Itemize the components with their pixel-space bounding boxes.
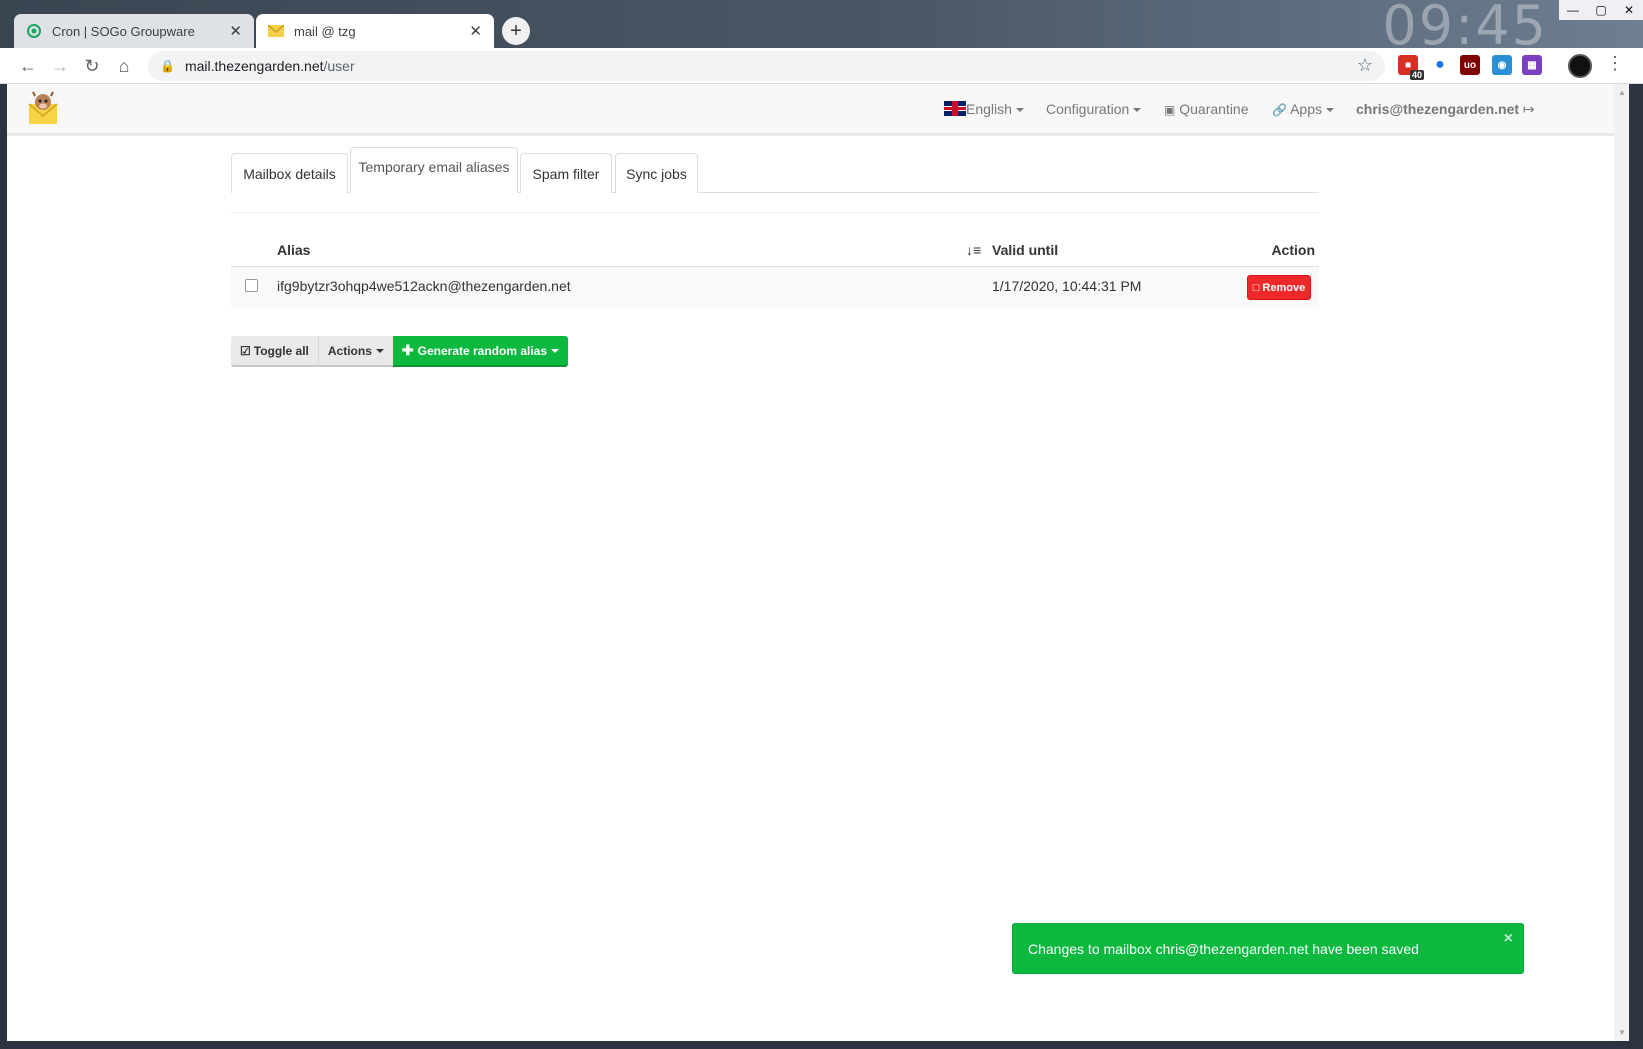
check-square-icon: ☑ bbox=[240, 343, 251, 358]
logout-icon: ↦ bbox=[1522, 101, 1535, 117]
page-tabs: Mailbox details Temporary email aliases … bbox=[231, 147, 1319, 193]
alias-cell: ifg9bytzr3ohqp4we512ackn@thezengarden.ne… bbox=[277, 278, 571, 294]
uk-flag-icon bbox=[944, 101, 966, 116]
vertical-scrollbar[interactable]: ▲ ▼ bbox=[1614, 84, 1629, 1041]
tab-title: Cron | SOGo Groupware bbox=[52, 23, 195, 39]
trash-icon: □ bbox=[1252, 281, 1260, 294]
remove-label: Remove bbox=[1262, 281, 1306, 294]
browser-titlebar: 09:45 — ▢ ✕ Cron | SOGo Groupware ✕ mail… bbox=[0, 0, 1643, 57]
chevron-down-icon bbox=[551, 348, 560, 353]
tab-label: Sync jobs bbox=[626, 165, 687, 182]
column-alias[interactable]: Alias bbox=[277, 242, 310, 258]
chat-extension-icon[interactable]: ● bbox=[1430, 55, 1450, 75]
table-row: ifg9bytzr3ohqp4we512ackn@thezengarden.ne… bbox=[231, 266, 1319, 308]
close-window-button[interactable]: ✕ bbox=[1615, 0, 1643, 20]
column-valid-until[interactable]: Valid until bbox=[992, 242, 1058, 258]
reload-icon[interactable]: ↻ bbox=[80, 54, 104, 78]
browser-tab-mail[interactable]: mail @ tzg ✕ bbox=[256, 14, 494, 48]
twitch-extension-icon[interactable]: ▦ bbox=[1522, 55, 1542, 75]
configuration-label: Configuration bbox=[1046, 101, 1130, 117]
row-checkbox[interactable] bbox=[245, 279, 258, 292]
chevron-down-icon bbox=[375, 348, 384, 353]
chevron-down-icon bbox=[1133, 108, 1142, 113]
window-controls: — ▢ ✕ bbox=[1559, 0, 1643, 20]
scroll-up-icon[interactable]: ▲ bbox=[1618, 88, 1626, 97]
tab-label: Temporary email aliases bbox=[358, 159, 510, 175]
bookmark-star-icon[interactable]: ☆ bbox=[1357, 55, 1373, 76]
profile-avatar[interactable] bbox=[1568, 54, 1592, 78]
actions-dropdown[interactable]: Actions bbox=[318, 336, 393, 367]
mailcow-logo-icon[interactable] bbox=[25, 90, 65, 128]
browser-toolbar: ← → ↻ ⌂ 🔒 mail.thezengarden.net/user ☆ ■… bbox=[0, 48, 1643, 84]
toggle-all-label: Toggle all bbox=[253, 343, 309, 358]
aliases-table: Alias ↓≡ Valid until Action ifg9bytzr3oh… bbox=[231, 234, 1319, 308]
home-icon[interactable]: ⌂ bbox=[112, 54, 136, 78]
link-icon: 🔗 bbox=[1272, 103, 1287, 117]
tab-spam-filter[interactable]: Spam filter bbox=[520, 153, 612, 193]
url-host: mail.thezengarden.net bbox=[184, 58, 324, 74]
remove-button[interactable]: □ Remove bbox=[1247, 275, 1311, 300]
tab-sync-jobs[interactable]: Sync jobs bbox=[615, 153, 698, 193]
tab-close-icon[interactable]: ✕ bbox=[469, 22, 482, 40]
tab-mailbox-details[interactable]: Mailbox details bbox=[231, 153, 348, 193]
browser-tab-sogo[interactable]: Cron | SOGo Groupware ✕ bbox=[14, 14, 254, 48]
extension-badge: 40 bbox=[1409, 70, 1424, 80]
column-action: Action bbox=[1271, 242, 1315, 258]
configuration-dropdown[interactable]: Configuration bbox=[1046, 101, 1142, 117]
new-tab-button[interactable]: + bbox=[502, 17, 530, 45]
language-label: English bbox=[966, 101, 1012, 117]
scroll-down-icon[interactable]: ▼ bbox=[1618, 1028, 1626, 1037]
chevron-down-icon bbox=[1326, 108, 1334, 113]
user-label: chris@thezengarden.net bbox=[1356, 101, 1520, 117]
tab-title: mail @ tzg bbox=[294, 23, 356, 39]
divider bbox=[231, 212, 1319, 213]
generate-label: Generate random alias bbox=[417, 343, 548, 358]
close-icon[interactable]: × bbox=[1504, 930, 1513, 948]
chevron-down-icon bbox=[1015, 108, 1024, 113]
app-navbar: English Configuration ▣ Quarantine 🔗 App… bbox=[7, 84, 1614, 136]
apps-label: Apps bbox=[1290, 101, 1322, 117]
maximize-button[interactable]: ▢ bbox=[1587, 0, 1615, 20]
camera-extension-icon[interactable]: ◉ bbox=[1492, 55, 1512, 75]
back-icon[interactable]: ← bbox=[16, 54, 40, 78]
generate-random-alias-button[interactable]: ✚ Generate random alias bbox=[392, 336, 569, 367]
quarantine-label: Quarantine bbox=[1179, 101, 1249, 117]
tab-label: Mailbox details bbox=[243, 165, 336, 182]
success-notification: Changes to mailbox chris@thezengarden.ne… bbox=[1012, 923, 1524, 974]
ublock-extension-icon[interactable]: uo bbox=[1460, 55, 1480, 75]
language-dropdown[interactable]: English bbox=[944, 101, 1024, 117]
valid-until-cell: 1/17/2020, 10:44:31 PM bbox=[992, 278, 1142, 294]
notification-message: Changes to mailbox chris@thezengarden.ne… bbox=[1028, 940, 1419, 957]
briefcase-icon: ▣ bbox=[1164, 103, 1176, 117]
quarantine-link[interactable]: ▣ Quarantine bbox=[1164, 101, 1249, 117]
forward-icon[interactable]: → bbox=[48, 54, 72, 78]
envelope-icon bbox=[268, 23, 284, 39]
toggle-all-button[interactable]: ☑ Toggle all bbox=[231, 336, 319, 367]
tab-label: Spam filter bbox=[532, 165, 600, 182]
table-actions-group: ☑ Toggle all Actions ✚ Generate random ali… bbox=[231, 336, 569, 367]
user-logout-link[interactable]: chris@thezengarden.net ↦ bbox=[1356, 101, 1535, 118]
tab-close-icon[interactable]: ✕ bbox=[229, 22, 242, 40]
calendar-extension-icon[interactable]: ■ 40 bbox=[1398, 55, 1424, 80]
sogo-icon bbox=[26, 23, 42, 39]
browser-menu-icon[interactable]: ⋮ bbox=[1606, 53, 1624, 74]
url-path: /user bbox=[323, 58, 355, 74]
actions-label: Actions bbox=[327, 343, 372, 358]
table-header: Alias ↓≡ Valid until Action bbox=[231, 234, 1319, 266]
minimize-button[interactable]: — bbox=[1559, 0, 1587, 20]
sort-icon[interactable]: ↓≡ bbox=[966, 242, 981, 258]
tab-temporary-aliases[interactable]: Temporary email aliases bbox=[350, 147, 518, 193]
lock-icon: 🔒 bbox=[160, 59, 175, 73]
page-viewport: English Configuration ▣ Quarantine 🔗 App… bbox=[7, 84, 1629, 1041]
address-bar[interactable]: 🔒 mail.thezengarden.net/user ☆ bbox=[148, 51, 1385, 81]
apps-dropdown[interactable]: 🔗 Apps bbox=[1272, 101, 1334, 117]
plus-icon: ✚ bbox=[401, 342, 414, 358]
